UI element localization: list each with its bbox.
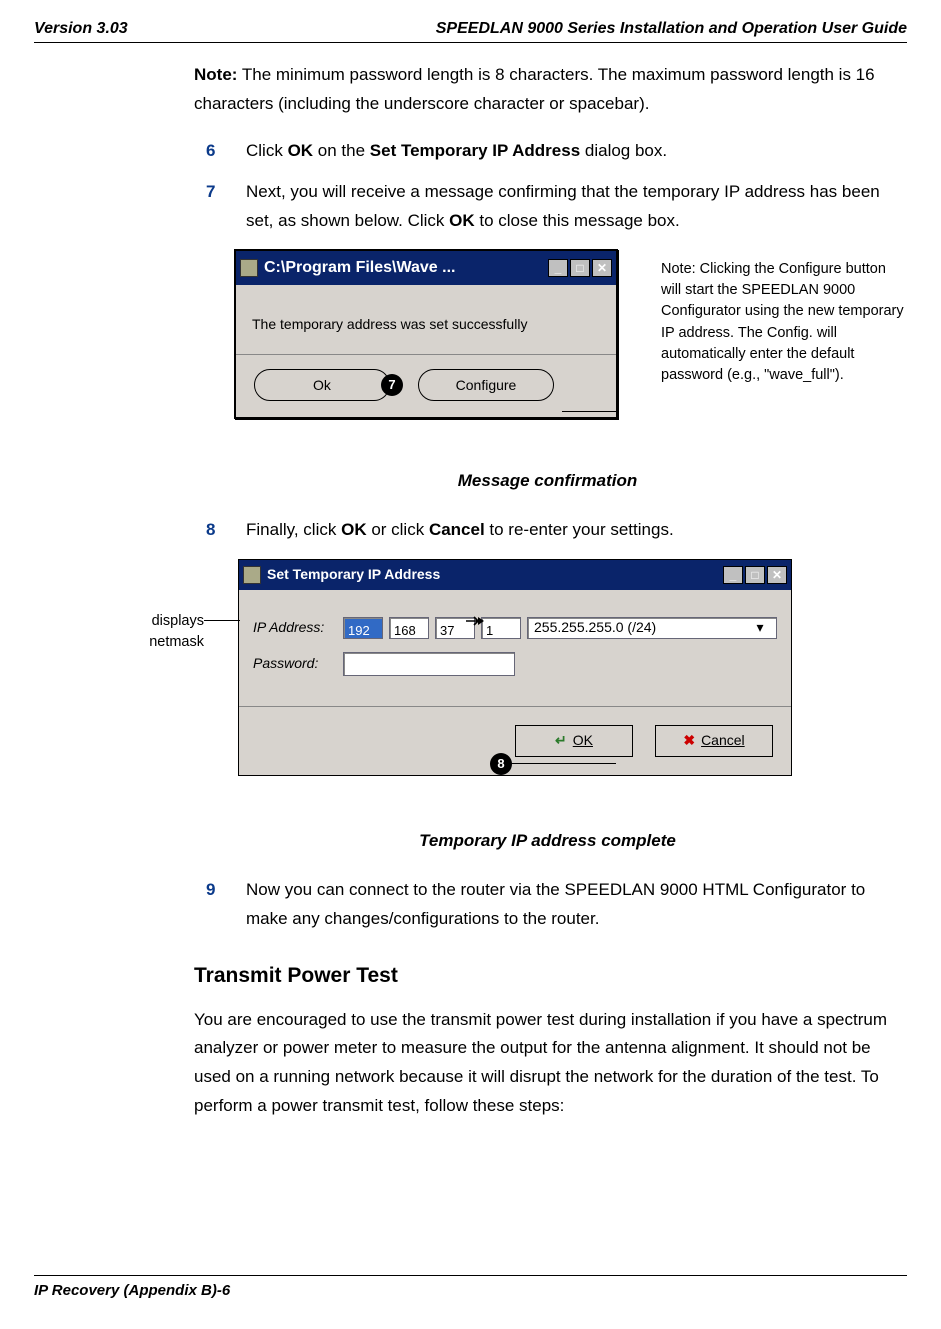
step-number: 7 bbox=[194, 178, 246, 236]
ok-button[interactable]: ↵ OK bbox=[515, 725, 633, 757]
header-title: SPEEDLAN 9000 Series Installation and Op… bbox=[436, 20, 907, 38]
note-label: Note: bbox=[194, 65, 237, 84]
dialog-body: IP Address: 192 168 37 1 255.255.255.0 (… bbox=[239, 590, 791, 706]
t: Click bbox=[246, 141, 288, 160]
titlebar: C:\Program Files\Wave ... _ □ ✕ bbox=[236, 251, 616, 284]
titlebar-text: C:\Program Files\Wave ... bbox=[264, 254, 455, 281]
leader-line bbox=[508, 763, 616, 764]
dialog-set-temp-ip: Set Temporary IP Address _ □ ✕ IP Addres… bbox=[238, 559, 792, 776]
app-icon bbox=[243, 566, 261, 584]
steps-list-2: 8 Finally, click OK or click Cancel to r… bbox=[194, 516, 901, 545]
close-button[interactable]: ✕ bbox=[767, 566, 787, 584]
footer-text: IP Recovery (Appendix B)-6 bbox=[34, 1282, 907, 1299]
figure-message-confirmation: C:\Program Files\Wave ... _ □ ✕ The temp… bbox=[194, 249, 901, 449]
step-text: Click OK on the Set Temporary IP Address… bbox=[246, 137, 901, 166]
t: to re-enter your settings. bbox=[485, 520, 674, 539]
configure-button[interactable]: Configure bbox=[418, 369, 554, 401]
ok-icon: ↵ bbox=[555, 729, 567, 753]
figure-temp-ip: displays netmask Set Temporary IP Addres… bbox=[194, 559, 901, 809]
ip-octet-2[interactable]: 168 bbox=[389, 617, 429, 639]
step-number: 6 bbox=[194, 137, 246, 166]
page-footer: IP Recovery (Appendix B)-6 bbox=[34, 1267, 907, 1299]
ok-button[interactable]: Ok 7 bbox=[254, 369, 390, 401]
ok-label: OK bbox=[573, 729, 593, 753]
content: Note: The minimum password length is 8 c… bbox=[194, 61, 901, 1121]
footer-rule bbox=[34, 1275, 907, 1276]
maximize-button[interactable]: □ bbox=[745, 566, 765, 584]
figure-caption-1: Message confirmation bbox=[194, 467, 901, 496]
close-button[interactable]: ✕ bbox=[592, 259, 612, 277]
cancel-button[interactable]: ✖ Cancel bbox=[655, 725, 773, 757]
dialog-msg-confirm: C:\Program Files\Wave ... _ □ ✕ The temp… bbox=[234, 249, 618, 419]
step-number: 8 bbox=[194, 516, 246, 545]
step-text: Next, you will receive a message confirm… bbox=[246, 178, 901, 236]
dialog-button-row: ↵ OK ✖ Cancel bbox=[239, 707, 791, 775]
page-header: Version 3.03 SPEEDLAN 9000 Series Instal… bbox=[34, 20, 907, 40]
t: or click bbox=[367, 520, 429, 539]
ok-text: OK bbox=[288, 141, 314, 160]
ok-text: OK bbox=[341, 520, 367, 539]
t: on the bbox=[313, 141, 370, 160]
leader-line bbox=[562, 411, 616, 412]
password-label: Password: bbox=[253, 652, 343, 676]
figure-caption-2: Temporary IP address complete bbox=[194, 827, 901, 856]
password-input[interactable] bbox=[343, 652, 515, 676]
dropdown-arrow-icon: ▾ bbox=[750, 616, 770, 640]
ip-octet-1[interactable]: 192 bbox=[343, 617, 383, 639]
step-text: Finally, click OK or click Cancel to re-… bbox=[246, 516, 901, 545]
app-icon bbox=[240, 259, 258, 277]
step-text: Now you can connect to the router via th… bbox=[246, 876, 901, 934]
ok-text: OK bbox=[449, 211, 475, 230]
ok-label: Ok bbox=[313, 374, 331, 398]
dialog-name: Set Temporary IP Address bbox=[370, 141, 580, 160]
side-note-configure: Note: Clicking the Configure button will… bbox=[661, 259, 907, 385]
cancel-text: Cancel bbox=[429, 520, 485, 539]
leader-line bbox=[204, 620, 240, 621]
cancel-icon: ✖ bbox=[683, 729, 695, 753]
section-heading-transmit-power-test: Transmit Power Test bbox=[194, 958, 901, 994]
t: to close this message box. bbox=[475, 211, 680, 230]
header-rule bbox=[34, 42, 907, 43]
titlebar-text: Set Temporary IP Address bbox=[267, 563, 440, 587]
maximize-button[interactable]: □ bbox=[570, 259, 590, 277]
netmask-value: 255.255.255.0 (/24) bbox=[534, 616, 656, 640]
header-version: Version 3.03 bbox=[34, 20, 128, 38]
step-number: 9 bbox=[194, 876, 246, 934]
ip-label: IP Address: bbox=[253, 616, 343, 640]
configure-label: Configure bbox=[456, 374, 517, 398]
t: Finally, click bbox=[246, 520, 341, 539]
side-note-netmask: displays netmask bbox=[132, 611, 204, 652]
step-6: 6 Click OK on the Set Temporary IP Addre… bbox=[194, 137, 901, 166]
minimize-button[interactable]: _ bbox=[548, 259, 568, 277]
note-paragraph: Note: The minimum password length is 8 c… bbox=[194, 61, 901, 119]
dialog-body: The temporary address was set successful… bbox=[236, 285, 616, 355]
callout-7: 7 bbox=[381, 374, 403, 396]
ip-octet-4[interactable]: 1 bbox=[481, 617, 521, 639]
steps-list: 6 Click OK on the Set Temporary IP Addre… bbox=[194, 137, 901, 236]
netmask-dropdown[interactable]: 255.255.255.0 (/24) ▾ bbox=[527, 617, 777, 639]
note-text: The minimum password length is 8 charact… bbox=[194, 65, 875, 113]
step-8: 8 Finally, click OK or click Cancel to r… bbox=[194, 516, 901, 545]
step-9: 9 Now you can connect to the router via … bbox=[194, 876, 901, 934]
titlebar: Set Temporary IP Address _ □ ✕ bbox=[239, 560, 791, 590]
minimize-button[interactable]: _ bbox=[723, 566, 743, 584]
arrow-icon bbox=[466, 615, 484, 627]
step-7: 7 Next, you will receive a message confi… bbox=[194, 178, 901, 236]
cancel-label: Cancel bbox=[701, 729, 745, 753]
section-body: You are encouraged to use the transmit p… bbox=[194, 1006, 901, 1122]
steps-list-3: 9 Now you can connect to the router via … bbox=[194, 876, 901, 934]
t: dialog box. bbox=[580, 141, 667, 160]
